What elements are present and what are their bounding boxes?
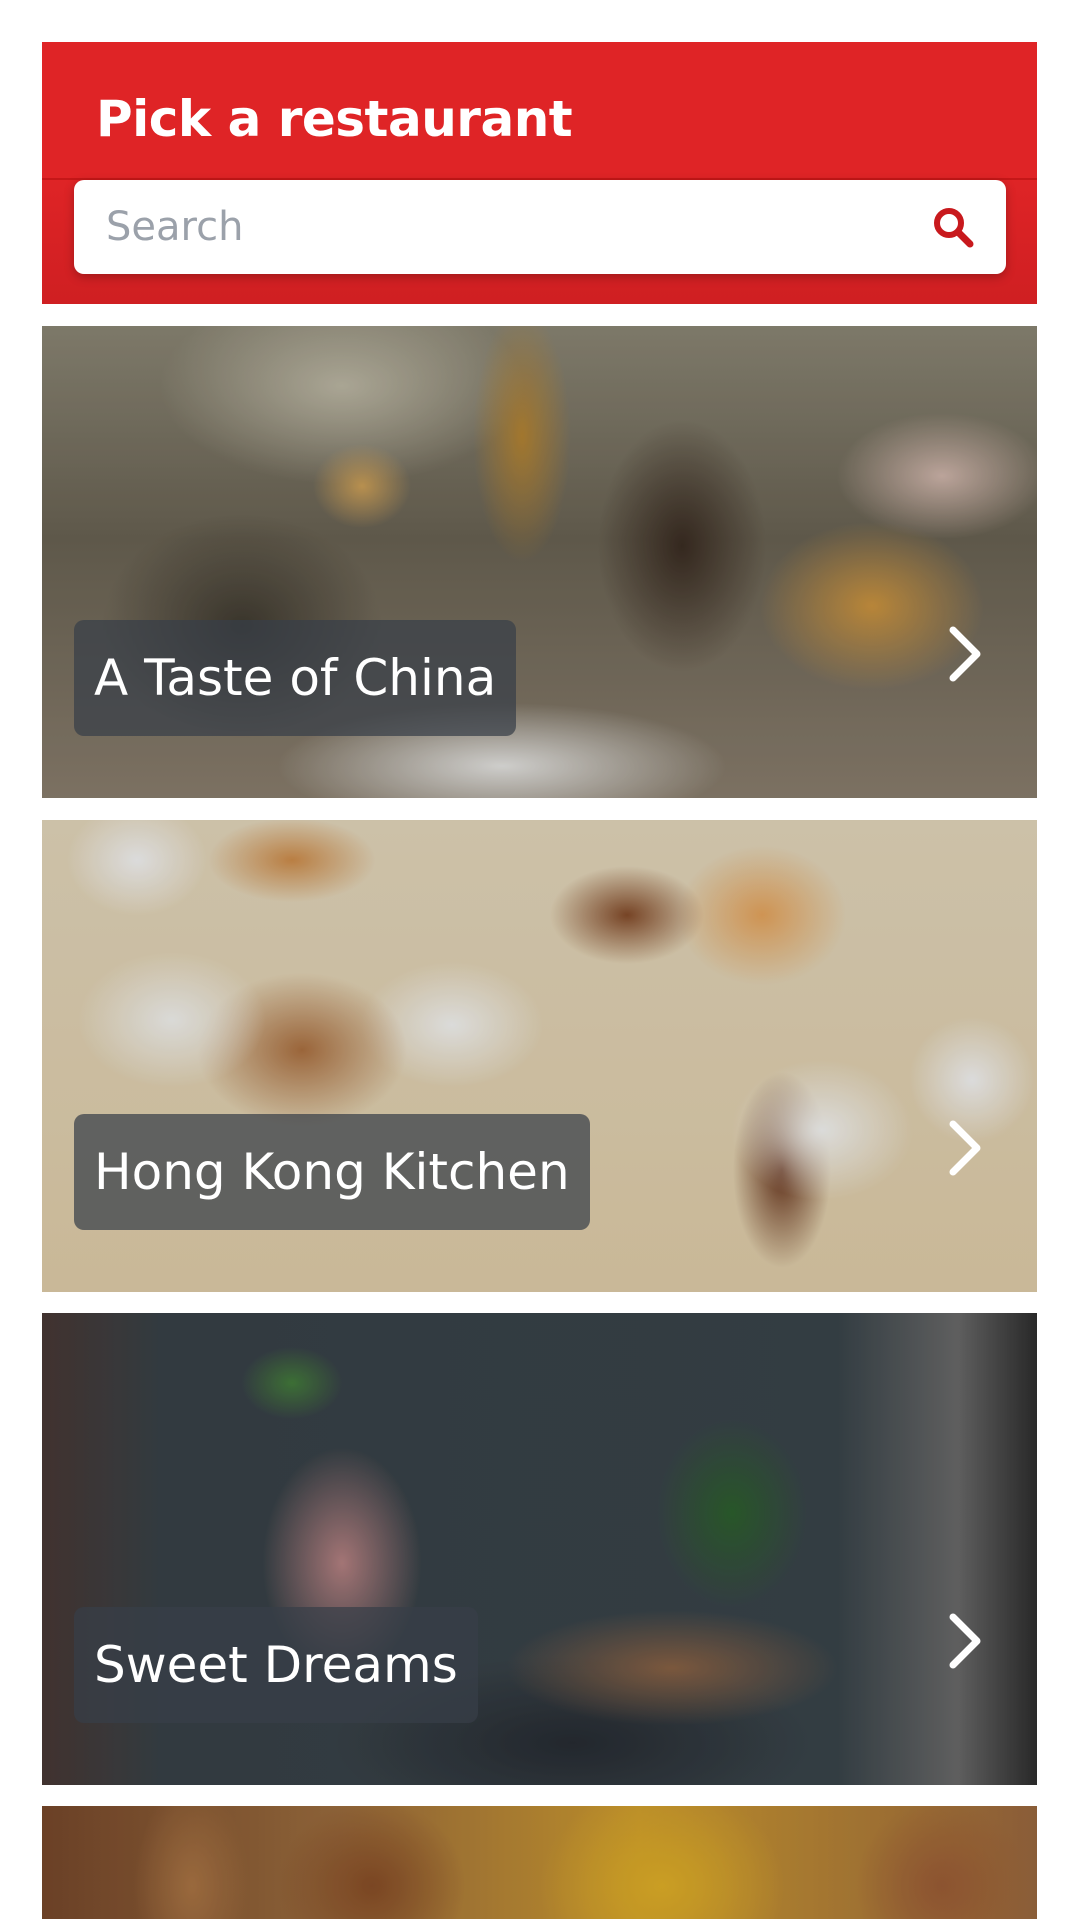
header: Pick a restaurant bbox=[42, 42, 1037, 304]
restaurant-card-hong-kong-kitchen[interactable]: Hong Kong Kitchen bbox=[42, 820, 1037, 1292]
restaurant-card-partial[interactable] bbox=[42, 1806, 1037, 1919]
restaurant-name: A Taste of China bbox=[74, 620, 517, 736]
search-bar bbox=[74, 180, 1006, 274]
page-title: Pick a restaurant bbox=[96, 90, 573, 148]
restaurant-name: Hong Kong Kitchen bbox=[74, 1114, 590, 1230]
search-icon[interactable] bbox=[918, 192, 988, 262]
chevron-right-icon[interactable] bbox=[937, 626, 993, 682]
chevron-right-icon[interactable] bbox=[937, 1120, 993, 1176]
restaurant-name: Sweet Dreams bbox=[74, 1607, 478, 1723]
search-input[interactable] bbox=[74, 180, 918, 274]
app-screen: Pick a restaurant A Taste of China Hong … bbox=[0, 0, 1079, 1919]
restaurant-card-taste-of-china[interactable]: A Taste of China bbox=[42, 326, 1037, 798]
chevron-right-icon[interactable] bbox=[937, 1613, 993, 1669]
restaurant-card-sweet-dreams[interactable]: Sweet Dreams bbox=[42, 1313, 1037, 1785]
